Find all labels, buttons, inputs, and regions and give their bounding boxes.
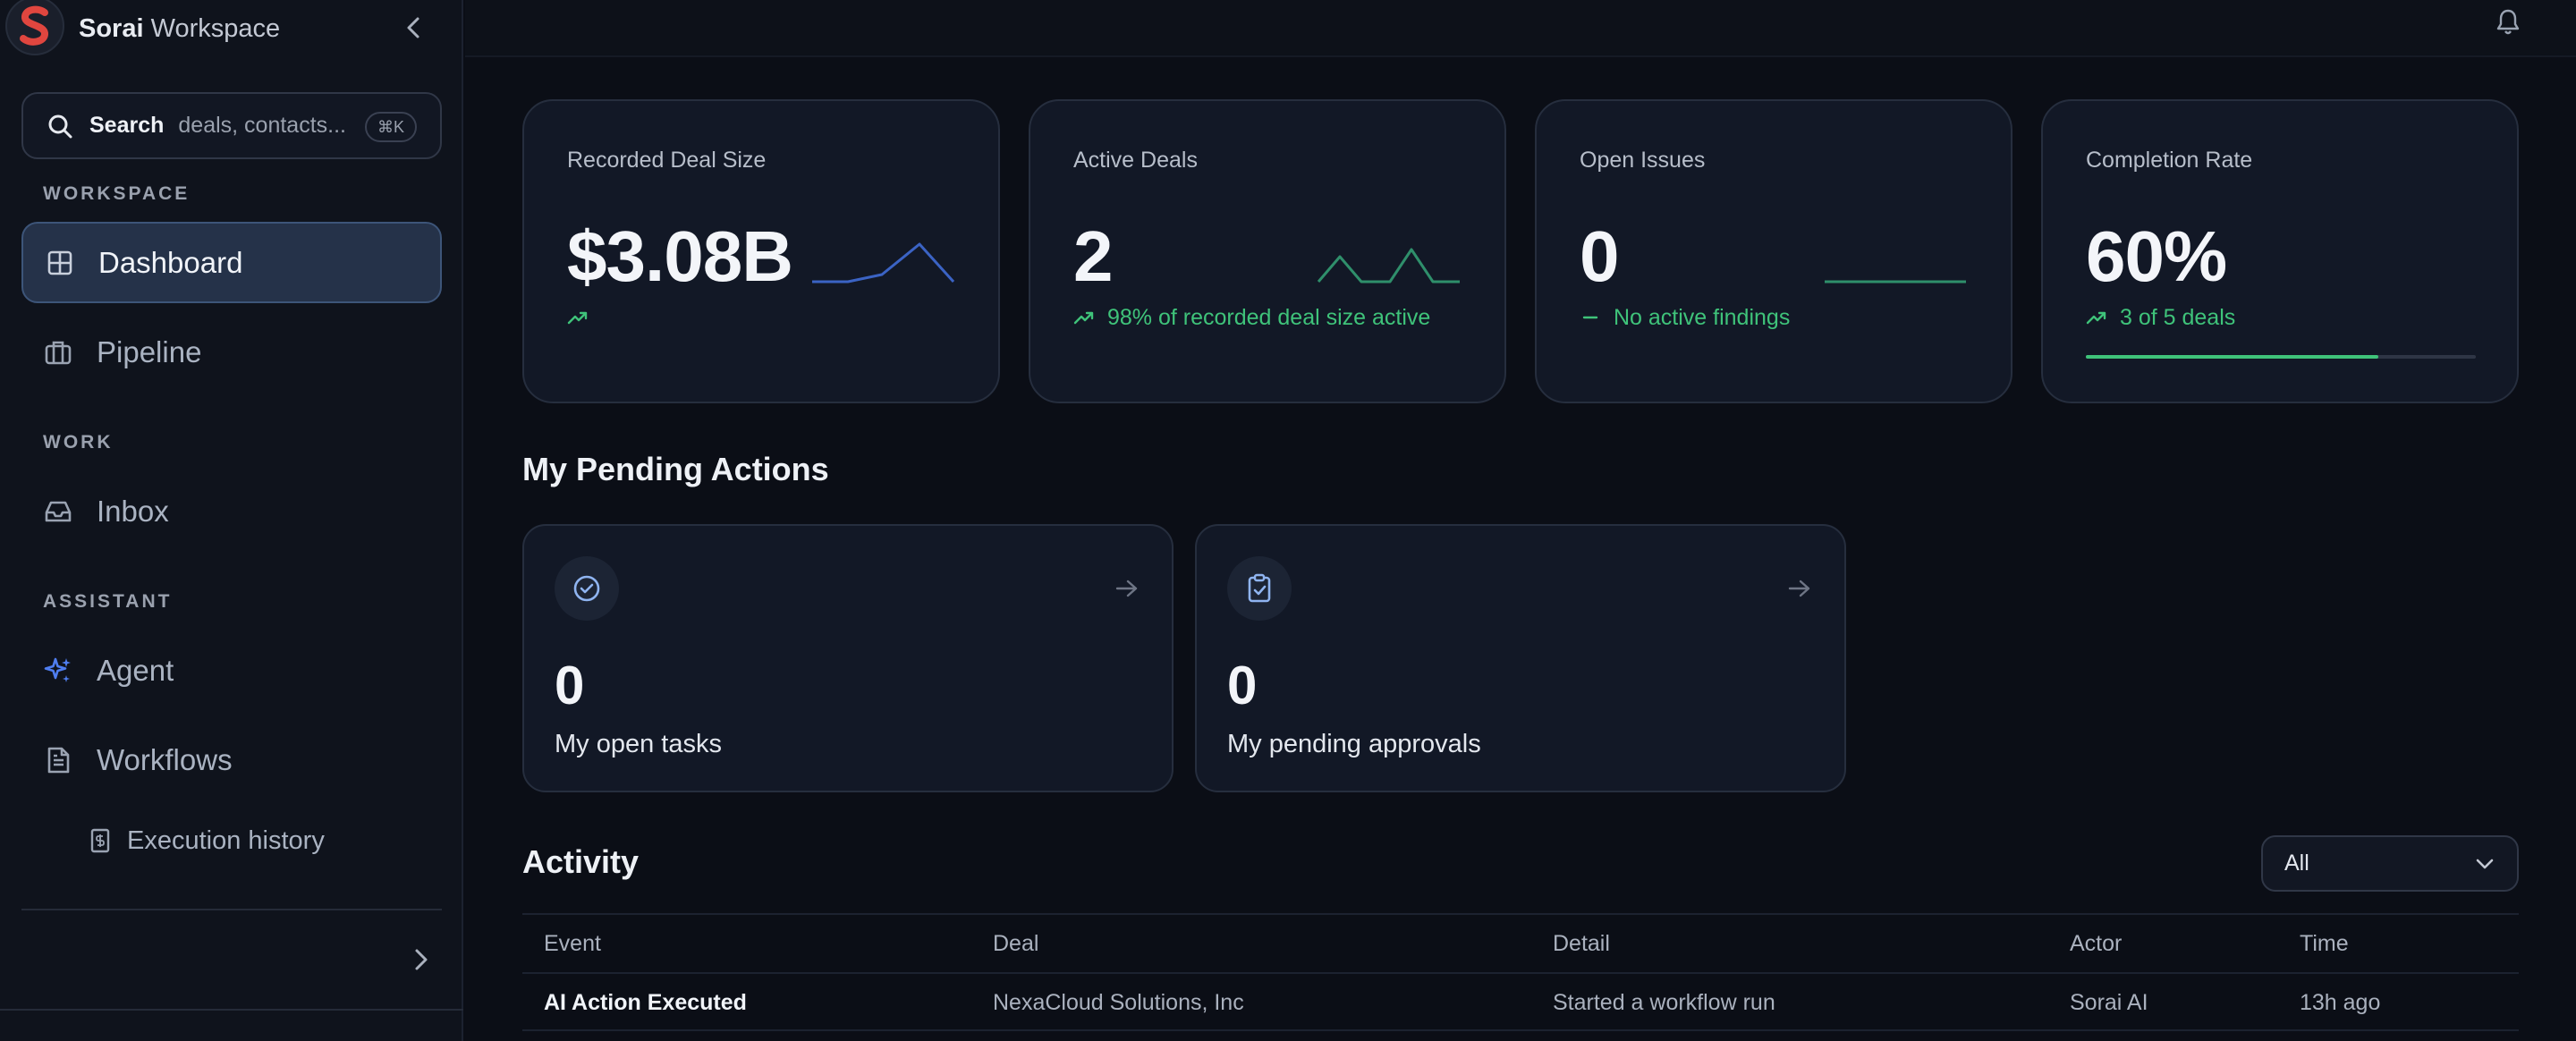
progress-fill	[2086, 355, 2378, 359]
section-label-assistant: ASSISTANT	[43, 591, 173, 612]
dashboard-grid-icon	[45, 248, 75, 278]
column-header-detail[interactable]: Detail	[1553, 915, 1610, 972]
sidebar-item-agent[interactable]: Agent	[21, 630, 442, 711]
stat-value: 2	[1073, 216, 1113, 296]
section-label-workspace: WORKSPACE	[43, 183, 191, 204]
search-placeholder: deals, contacts...	[178, 113, 346, 138]
stat-card-recorded-deal-size: Recorded Deal Size $3.08B	[522, 99, 1000, 403]
chevron-right-icon	[415, 949, 428, 970]
sidebar-item-label: Dashboard	[98, 245, 243, 279]
action-count: 0	[555, 656, 585, 715]
check-circle-icon	[555, 556, 619, 621]
bell-icon	[2496, 9, 2520, 35]
sidebar: Sorai Workspace Search deals, contacts..…	[0, 0, 463, 1041]
stat-title: Recorded Deal Size	[567, 148, 767, 173]
activity-filter-select[interactable]: All	[2261, 835, 2519, 892]
arrow-right-icon	[1113, 574, 1141, 603]
stat-title: Open Issues	[1580, 148, 1706, 173]
section-label-work: WORK	[43, 432, 114, 453]
stat-sub-text: 98% of recorded deal size active	[1107, 304, 1431, 330]
completion-progress-bar	[2086, 355, 2476, 359]
clipboard-check-icon	[1227, 556, 1292, 621]
sidebar-item-label: Pipeline	[97, 334, 202, 368]
column-header-event[interactable]: Event	[544, 915, 601, 972]
sidebar-subitem-label: Execution history	[127, 825, 325, 855]
action-label: My pending approvals	[1227, 730, 1481, 758]
topbar	[465, 0, 2576, 57]
stat-sub-text: No active findings	[1614, 304, 1791, 330]
sidebar-subitem-execution-history[interactable]: Execution history	[89, 816, 325, 866]
filter-value: All	[2284, 851, 2309, 876]
stat-title: Active Deals	[1073, 148, 1198, 173]
stat-card-active-deals: Active Deals 2 98% of recorded deal size…	[1029, 99, 1506, 403]
search-shortcut-badge: ⌘K	[364, 112, 417, 142]
chevron-left-icon	[407, 17, 419, 38]
stat-value: 0	[1580, 216, 1619, 296]
sidebar-item-pipeline[interactable]: Pipeline	[21, 311, 442, 393]
sidebar-item-label: Workflows	[97, 742, 233, 776]
search-icon	[48, 114, 72, 138]
sidebar-divider	[21, 909, 442, 910]
sparkline-chart	[812, 242, 955, 284]
sparkles-icon	[43, 656, 73, 686]
stat-card-open-issues: Open Issues 0 No active findings	[1535, 99, 2012, 403]
stat-value: $3.08B	[567, 216, 793, 296]
stat-value: 60%	[2086, 216, 2227, 296]
arrow-right-icon	[1785, 574, 1814, 603]
briefcase-icon	[43, 337, 73, 368]
column-header-time[interactable]: Time	[2300, 915, 2349, 972]
column-header-actor[interactable]: Actor	[2070, 915, 2122, 972]
search-input[interactable]: Search deals, contacts... ⌘K	[21, 92, 442, 159]
cell-deal[interactable]: NexaCloud Solutions, Inc	[993, 974, 1244, 1031]
stat-card-completion-rate: Completion Rate 60% 3 of 5 deals	[2041, 99, 2519, 403]
minus-icon	[1582, 316, 1598, 319]
chevron-down-icon	[2474, 853, 2496, 875]
brand-logo	[5, 0, 64, 55]
column-header-deal[interactable]: Deal	[993, 915, 1038, 972]
action-count: 0	[1227, 656, 1258, 715]
stat-trend: 98% of recorded deal size active	[1073, 303, 1430, 332]
stat-title: Completion Rate	[2086, 148, 2253, 173]
cell-event: AI Action Executed	[544, 989, 747, 1015]
stat-trend: 3 of 5 deals	[2086, 303, 2235, 332]
trending-up-icon	[2086, 311, 2106, 325]
brand-name: Sorai Workspace	[79, 13, 281, 43]
table-header-row: Event Deal Detail Actor Time	[522, 913, 2519, 972]
pending-approvals-card[interactable]: 0 My pending approvals	[1195, 524, 1846, 792]
receipt-icon	[89, 828, 111, 853]
inbox-icon	[43, 496, 73, 527]
table-row[interactable]: AI Action Executed NexaCloud Solutions, …	[522, 972, 2519, 1031]
cell-time: 13h ago	[2300, 989, 2381, 1015]
action-label: My open tasks	[555, 730, 722, 758]
brand[interactable]: Sorai Workspace	[5, 0, 280, 57]
trending-up-icon	[567, 311, 588, 325]
cell-detail: Started a workflow run	[1553, 989, 1775, 1015]
expand-button[interactable]	[408, 944, 435, 975]
activity-table: Event Deal Detail Actor Time AI Action E…	[522, 913, 2519, 1031]
sidebar-item-inbox[interactable]: Inbox	[21, 470, 442, 552]
sidebar-item-dashboard[interactable]: Dashboard	[21, 222, 442, 303]
notifications-button[interactable]	[2490, 4, 2526, 39]
document-icon	[43, 745, 73, 775]
sidebar-divider	[0, 1009, 463, 1011]
cell-actor: Sorai AI	[2070, 989, 2148, 1015]
stat-sub-text: 3 of 5 deals	[2120, 304, 2236, 330]
open-tasks-card[interactable]: 0 My open tasks	[522, 524, 1174, 792]
sparkline-chart	[1825, 280, 1966, 284]
collapse-sidebar-button[interactable]	[401, 13, 426, 43]
sidebar-item-label: Inbox	[97, 494, 169, 528]
sidebar-item-workflows[interactable]: Workflows	[21, 719, 442, 800]
activity-title: Activity	[522, 843, 640, 880]
pending-actions-title: My Pending Actions	[522, 451, 829, 487]
trending-up-icon	[1073, 311, 1094, 325]
search-label: Search	[89, 113, 165, 138]
stat-trend: No active findings	[1580, 303, 1790, 332]
stat-trend	[567, 303, 601, 332]
sidebar-item-label: Agent	[97, 653, 174, 687]
